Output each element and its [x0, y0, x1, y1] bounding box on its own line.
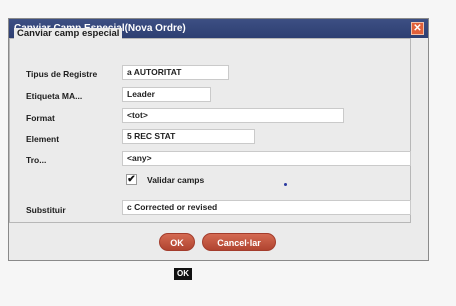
section-legend: Canviar camp especial — [14, 28, 123, 39]
validar-checkbox[interactable]: ✔ — [126, 174, 137, 185]
etiqueta-field[interactable]: Leader — [122, 87, 211, 102]
cancel-button[interactable]: Cancel·lar — [202, 233, 276, 251]
label-etiqueta: Etiqueta MA... — [26, 91, 83, 101]
close-icon[interactable]: ✕ — [411, 22, 424, 35]
tro-field[interactable]: <any> — [122, 151, 411, 166]
check-icon: ✔ — [127, 174, 136, 185]
tipus-registre-field[interactable]: a AUTORITAT — [122, 65, 229, 80]
format-field[interactable]: <tot> — [122, 108, 344, 123]
label-substituir: Substituir — [26, 205, 66, 215]
label-element: Element — [26, 134, 60, 144]
ok-button[interactable]: OK — [159, 233, 195, 251]
label-format: Format — [26, 113, 55, 123]
substituir-field[interactable]: c Corrected or revised — [122, 200, 411, 215]
label-tro: Tro... — [26, 155, 47, 165]
focus-dot — [284, 183, 287, 186]
validar-label[interactable]: Validar camps — [147, 175, 204, 185]
tooltip: OK — [174, 268, 192, 280]
element-field[interactable]: 5 REC STAT — [122, 129, 255, 144]
label-tipus-registre: Tipus de Registre — [26, 69, 98, 79]
